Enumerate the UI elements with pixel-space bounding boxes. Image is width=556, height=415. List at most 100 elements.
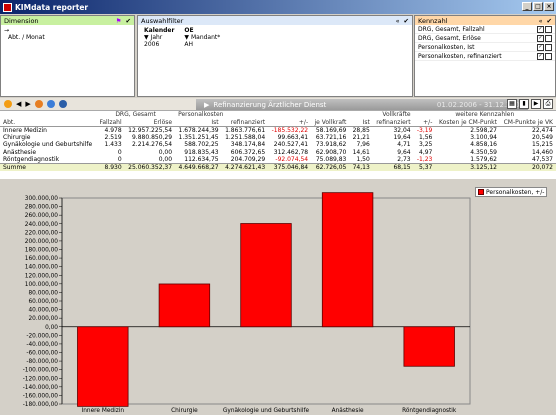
dimension-panel: Dimension ⚑ ✔ → Abt. / Monat [0,15,135,97]
table-cell: 3.100,94 [470,133,497,141]
table-cell: 74,13 [349,163,373,171]
table-view-icon[interactable]: ▦ [507,99,517,109]
report-bar: ▶ Refinanzierung Ärztlicher Dienst 01.02… [196,99,528,110]
table-cell: 1.351.251,45 [178,133,219,141]
column-header[interactable]: Ist [349,118,373,127]
column-header-row: Abt. Fallzahl Erlöse Ist refinanziert +/- je V… [0,118,556,127]
table-cell: 0 [117,148,122,156]
y-tick-label: 280.000,00 [25,205,59,211]
table-cell: 2.519 [104,133,122,141]
kennzahl-item[interactable]: Personalkosten, Ist ✓ [415,43,555,52]
table-cell: 375.046,84 [268,163,312,171]
kennzahl-item-label: DRG, Gesamt, Erlöse [418,34,481,42]
table-cell: 2.214.276,54 [131,141,173,149]
close-button[interactable]: × [544,2,554,11]
table-cell: 240.527,41 [273,141,309,149]
table-cell: 32,04 [393,126,411,134]
column-header[interactable]: refinanziert [221,118,269,127]
table-cell: 204.709,29 [230,156,266,163]
column-header[interactable]: Erlöse [124,118,176,127]
sum-row[interactable]: Summe 8.930 25.060.352,37 4.649.668,27 4.274… [0,163,556,171]
column-header[interactable]: +/- [268,118,312,127]
table-cell: 99.663,41 [277,133,309,141]
kalender-filter[interactable]: Kalender ▼ Jahr 2006 [144,27,174,48]
table-cell: 1.678.244,39 [178,126,219,134]
table-cell: 9,64 [397,148,411,156]
table-cell: 28,85 [352,126,370,134]
y-tick-label: 40.000,00 [28,308,58,314]
y-tick-label: 0,00 [45,325,58,331]
kennzahl-item[interactable]: DRG, Gesamt, Erlöse ✓ [415,34,555,43]
column-header[interactable]: CM-Punkte je VK [499,118,556,127]
column-header[interactable]: Abt. [0,118,97,127]
filter-header: Auswahlfilter « ✔ [138,16,412,25]
table-row[interactable]: Innere Medizin 4.978 12.957.225,54 1.678.24… [0,126,556,134]
y-tick-label: -180.000,00 [23,402,59,408]
y-tick-label: 140.000,00 [25,265,59,271]
column-header[interactable]: Kosten je CM-Punkt [435,118,500,127]
dropdown-icon: ▼ [184,34,190,41]
checkbox-icon[interactable]: ✓ [537,25,544,33]
confirm-icon[interactable]: ✔ [126,17,131,25]
bar[interactable] [403,326,455,367]
print-icon[interactable]: ⎙ [543,99,553,109]
table-cell: 62.908,70 [315,148,347,156]
legend-label: Personalkosten, +/- [486,188,545,196]
y-tick-label: -100.000,00 [23,368,59,374]
table-cell: Summe [0,163,97,171]
globe-icon[interactable] [46,100,55,108]
collapse-icon[interactable]: « [396,17,400,25]
checkbox-icon[interactable]: ✓ [537,52,544,60]
refresh-icon[interactable] [34,100,43,108]
collapse-icon[interactable]: « [539,17,543,25]
column-header[interactable]: je Vollkraft [311,118,350,127]
table-cell: -1,23 [416,156,433,163]
table-cell: 20,072 [499,163,556,171]
column-header[interactable]: refinanziert [372,118,414,127]
checkbox-icon[interactable] [545,34,552,42]
confirm-icon[interactable]: ✔ [547,17,552,25]
table-row[interactable]: Anästhesie 0 0,00 918.835,43 606.372,65 312.4… [0,149,556,157]
table-cell: 2.598,27 [470,126,497,134]
table-cell: 7,96 [356,141,370,149]
table-row[interactable]: Chirurgie 2.519 9.880.850,29 1.351.251,45 1.… [0,134,556,142]
settings-icon[interactable] [58,100,67,108]
checkbox-icon[interactable] [545,52,552,60]
checkbox-icon[interactable] [545,25,552,33]
maximize-button[interactable]: □ [533,2,543,11]
forward-icon[interactable]: ▶ [25,100,30,108]
table-cell: 62.726,05 [311,163,350,171]
table-cell: 606.372,65 [230,148,266,156]
app-title: KIMdata reporter [15,2,89,12]
kennzahl-item[interactable]: Personalkosten, refinanziert ✓ [415,52,555,61]
export-icon[interactable]: ▶ [531,99,541,109]
chart-view-icon[interactable]: ▮ [519,99,529,109]
column-header[interactable]: Fallzahl [96,118,125,127]
dimension-arrow: → [4,27,10,34]
column-header[interactable]: +/- [413,118,436,127]
home-icon[interactable] [4,100,12,108]
kennzahl-item[interactable]: DRG, Gesamt, Fallzahl ✓ [415,25,555,34]
bar[interactable] [158,283,211,328]
bar[interactable] [240,223,292,328]
oe-filter[interactable]: OE ▼ Mandant* AH [184,27,220,48]
table-cell: 918.835,43 [184,148,219,156]
checkbox-icon[interactable]: ✓ [537,43,544,51]
back-icon[interactable]: ◀ [16,100,21,108]
table-cell: 22,474 [532,126,553,134]
kalender-label: Kalender [144,27,175,34]
y-tick-label: 160.000,00 [25,256,59,262]
bar[interactable] [77,326,129,407]
bar[interactable] [321,192,374,328]
y-tick-label: 220.000,00 [25,230,59,236]
column-header[interactable]: Ist [175,118,222,127]
confirm-icon[interactable]: ✔ [404,17,409,25]
filter-icon[interactable]: ⚑ [116,17,122,25]
checkbox-icon[interactable] [545,43,552,51]
table-row[interactable]: Gynäkologie und Geburtshilfe 1.433 2.214.2… [0,141,556,149]
table-row[interactable]: Röntgendiagnostik 0 0,00 112.634,75 204.709,… [0,156,556,164]
y-tick-label: -20.000,00 [26,333,58,339]
minimize-button[interactable]: _ [522,2,532,11]
dimension-item[interactable]: → Abt. / Monat [1,25,134,43]
checkbox-icon[interactable]: ✓ [537,34,544,42]
